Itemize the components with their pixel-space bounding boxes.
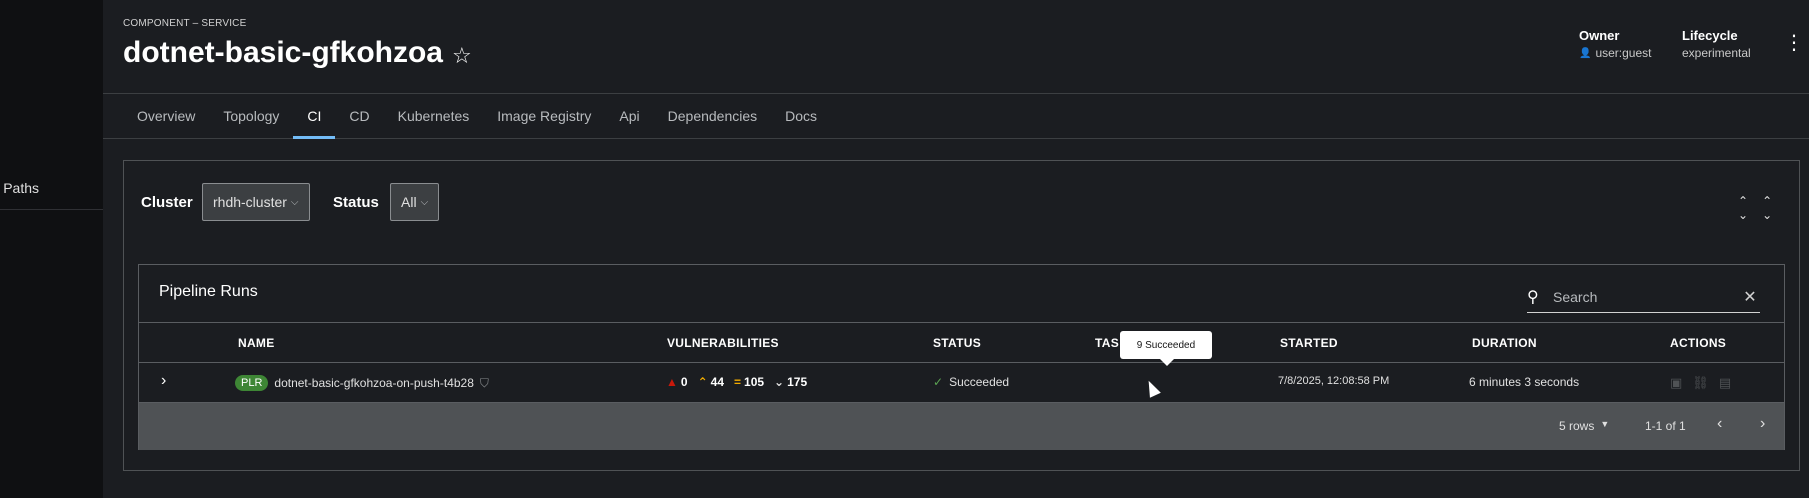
col-started[interactable]: STARTED [1280,336,1338,350]
view-logs-icon[interactable]: ▣ [1670,375,1682,391]
pipeline-runs-table: Pipeline Runs ⚲ ✕ NAME VULNERABILITIES S… [138,264,1785,450]
critical-icon: ▲ [666,375,678,389]
owner-label: Owner [1579,28,1620,43]
search-input[interactable] [1551,287,1740,306]
cluster-select[interactable]: rhdh-cluster ⌵ [202,183,310,221]
run-duration: 6 minutes 3 seconds [1469,375,1580,389]
tab-api[interactable]: Api [605,94,653,138]
entity-kind: COMPONENT – SERVICE [123,18,247,29]
page-title: dotnet-basic-gfkohzoa [123,36,443,69]
chevron-down-icon: ⌵ [290,196,299,208]
critical-count: 0 [680,375,688,389]
lifecycle-value: experimental [1682,46,1751,60]
next-page-icon[interactable]: › [1760,415,1765,433]
col-task-status[interactable]: TAS [1095,336,1119,350]
col-duration[interactable]: DURATION [1472,336,1537,350]
link-icon[interactable]: ⛓ [1692,375,1709,391]
col-actions: ACTIONS [1670,336,1727,350]
expand-row-icon[interactable]: › [161,372,166,390]
col-status[interactable]: STATUS [933,336,981,350]
table-row: › PLR dotnet-basic-gfkohzoa-on-push-t4b2… [139,363,1784,403]
pipeline-run-name[interactable]: dotnet-basic-gfkohzoa-on-push-t4b28 [274,376,473,390]
caret-down-icon: ▼ [1600,419,1610,429]
tab-ci[interactable]: CI [293,94,336,139]
table-header: NAME VULNERABILITIES STATUS TAS STARTED … [139,322,1784,363]
high-icon: ⌃ [697,375,708,389]
medium-count: 105 [744,375,765,389]
owner-meta: Owner 👤 user:guest [1579,28,1652,60]
lifecycle-label: Lifecycle [1682,28,1738,43]
tab-image-registry[interactable]: Image Registry [483,94,605,138]
col-vulnerabilities[interactable]: VULNERABILITIES [667,336,779,350]
expand-all-icon[interactable]: ⌃ ⌄ [1762,194,1772,222]
tab-overview[interactable]: Overview [123,94,209,138]
search-icon: ⚲ [1527,288,1539,306]
status-label: Status [333,194,379,211]
low-count: 175 [787,375,808,389]
entity-header: COMPONENT – SERVICE dotnet-basic-gfkohzo… [103,0,1809,94]
collapse-all-icon[interactable]: ⌃ ⌄ [1738,194,1748,222]
kebab-menu-icon[interactable]: ⋮ [1784,30,1804,56]
sidebar-item-paths[interactable]: g Paths [0,166,103,210]
pipeline-runs-title: Pipeline Runs [159,283,258,300]
close-icon[interactable]: ✕ [1740,287,1760,307]
tab-docs[interactable]: Docs [771,94,831,138]
rows-per-page-select[interactable]: 5 rows ▼ [1559,419,1609,433]
low-icon: ⌄ [774,375,785,389]
tab-cd[interactable]: CD [335,94,383,138]
col-name[interactable]: NAME [238,336,275,350]
tab-kubernetes[interactable]: Kubernetes [384,94,484,138]
status-select[interactable]: All ⌵ [390,183,440,221]
shield-icon: ⛉ [479,375,489,390]
sbom-icon[interactable]: ▤ [1719,375,1731,391]
plr-badge: PLR [235,375,269,391]
status-value: All [401,194,417,210]
medium-icon: = [734,375,742,389]
tab-dependencies[interactable]: Dependencies [654,94,772,138]
vulnerability-counts: ▲ 0 ⌃ 44 = 105 ⌄ 175 [666,375,813,389]
chevron-down-icon: ⌵ [420,196,429,208]
page-range: 1-1 of 1 [1645,419,1686,433]
lifecycle-meta: Lifecycle experimental [1682,28,1751,60]
high-count: 44 [710,375,724,389]
owner-value[interactable]: user:guest [1595,46,1651,60]
check-circle-icon: ✓ [933,375,944,389]
entity-tabs: Overview Topology CI CD Kubernetes Image… [103,94,1809,139]
sidebar: g Paths [0,0,103,498]
user-icon: 👤 [1579,47,1592,59]
pagination: 5 rows ▼ 1-1 of 1 ‹ › [139,403,1784,450]
ci-panel: Cluster rhdh-cluster ⌵ Status All ⌵ ⌃ ⌄ ⌃… [123,160,1800,471]
run-status: Succeeded [949,375,1010,389]
star-icon[interactable]: ☆ [452,41,472,71]
cluster-label: Cluster [141,194,193,211]
tab-topology[interactable]: Topology [209,94,293,138]
search-box: ⚲ ✕ [1527,281,1760,313]
previous-page-icon[interactable]: ‹ [1717,415,1722,433]
sidebar-item-label: g Paths [0,179,39,196]
cluster-value: rhdh-cluster [213,194,287,210]
run-started: 7/8/2025, 12:08:58 PM [1278,375,1390,387]
task-status-tooltip: 9 Succeeded [1120,331,1212,366]
